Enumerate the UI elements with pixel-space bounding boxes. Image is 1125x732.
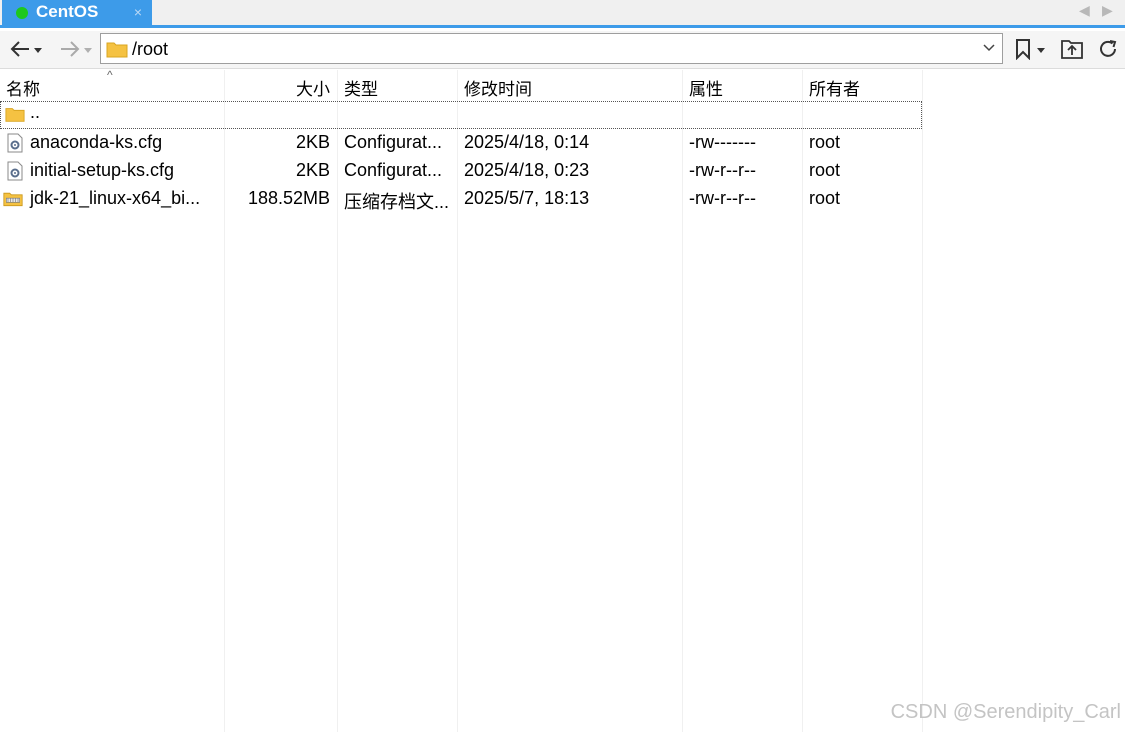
column-header-owner[interactable]: 所有者 xyxy=(809,75,860,100)
toolbar: /root xyxy=(0,31,1125,69)
tab-title: CentOS xyxy=(36,2,99,21)
column-header-name[interactable]: 名称 xyxy=(6,75,40,100)
watermark: CSDN @Serendipity_Carl xyxy=(890,701,1121,723)
bookmark-button[interactable] xyxy=(1011,36,1045,62)
back-button[interactable] xyxy=(6,36,42,62)
file-attributes: -rw-r--r-- xyxy=(689,188,756,208)
bookmark-icon xyxy=(1016,39,1030,60)
table-row[interactable]: anaconda-ks.cfg 2KB Configurat... 2025/4… xyxy=(0,129,922,157)
file-modified: 2025/4/18, 0:14 xyxy=(464,132,590,152)
file-attributes: -rw------- xyxy=(689,132,756,152)
file-type: Configurat... xyxy=(344,132,443,152)
folder-up-icon xyxy=(1061,40,1083,59)
column-header-attributes[interactable]: 属性 xyxy=(689,75,723,100)
column-header-modified[interactable]: 修改时间 xyxy=(464,75,532,100)
file-modified: 2025/5/7, 18:13 xyxy=(464,188,590,208)
forward-history-chevron-icon[interactable] xyxy=(84,48,92,53)
back-history-chevron-icon[interactable] xyxy=(34,48,42,53)
table-row[interactable]: initial-setup-ks.cfg 2KB Configurat... 2… xyxy=(0,157,922,185)
tab-close-icon[interactable]: × xyxy=(134,4,142,20)
arrow-right-icon xyxy=(61,41,80,57)
file-size: 188.52MB xyxy=(247,188,330,208)
file-size: 2KB xyxy=(295,160,330,180)
folder-icon xyxy=(106,42,128,58)
file-type: 压缩存档文... xyxy=(344,192,450,212)
column-header: 名称 ^ 大小 类型 修改时间 属性 所有者 xyxy=(0,68,922,100)
tab-bar: CentOS × ◀ ▶ xyxy=(0,0,1125,28)
chevron-down-icon[interactable] xyxy=(982,42,996,54)
file-list[interactable]: 名称 ^ 大小 类型 修改时间 属性 所有者 .. anaconda-ks.cf… xyxy=(0,68,1125,732)
file-name: initial-setup-ks.cfg xyxy=(30,160,175,180)
file-owner: root xyxy=(809,160,841,180)
arrow-left-icon xyxy=(10,41,29,57)
sort-ascending-icon: ^ xyxy=(107,68,113,82)
file-size: 2KB xyxy=(295,132,330,152)
column-header-size[interactable]: 大小 xyxy=(296,75,330,100)
refresh-icon xyxy=(1100,40,1117,57)
file-name: anaconda-ks.cfg xyxy=(30,132,163,152)
address-path[interactable]: /root xyxy=(132,39,168,60)
file-type: Configurat... xyxy=(344,160,443,180)
file-modified: 2025/4/18, 0:23 xyxy=(464,160,590,180)
column-header-type[interactable]: 类型 xyxy=(344,75,378,100)
file-owner: root xyxy=(809,188,841,208)
file-name: jdk-21_linux-x64_bi... xyxy=(30,188,201,208)
file-owner: root xyxy=(809,132,841,152)
forward-button[interactable] xyxy=(56,36,92,62)
file-attributes: -rw-r--r-- xyxy=(689,160,756,180)
table-row[interactable]: jdk-21_linux-x64_bi... 188.52MB 压缩存档文...… xyxy=(0,185,922,213)
parent-directory-row[interactable]: .. xyxy=(0,101,922,129)
connection-status-icon xyxy=(16,7,28,19)
tab-centos[interactable]: CentOS × xyxy=(2,0,152,25)
bookmark-menu-chevron-icon[interactable] xyxy=(1037,48,1045,53)
parent-folder-button[interactable] xyxy=(1058,36,1084,62)
address-bar[interactable]: /root xyxy=(100,33,1003,64)
config-file-icon xyxy=(7,133,23,153)
archive-icon xyxy=(3,192,23,207)
config-file-icon xyxy=(7,161,23,181)
tab-scroll-left-icon[interactable]: ◀ xyxy=(1079,2,1093,20)
refresh-button[interactable] xyxy=(1095,36,1121,62)
folder-icon xyxy=(5,108,25,122)
tab-scroll-right-icon[interactable]: ▶ xyxy=(1102,2,1116,20)
file-name: .. xyxy=(30,102,41,122)
